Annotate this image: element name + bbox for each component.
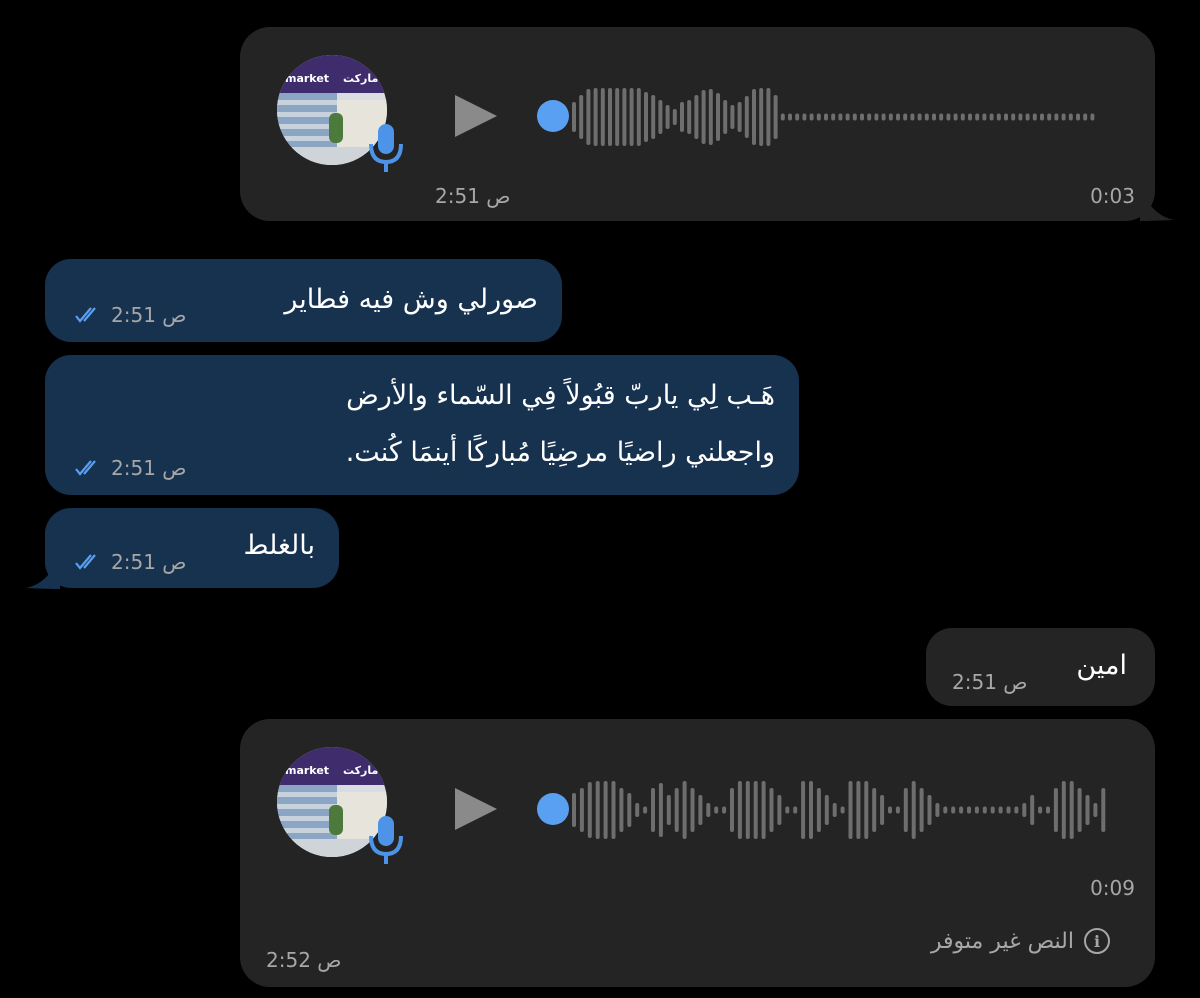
bubble-tail bbox=[1140, 185, 1174, 221]
message-time: 2:51 ص bbox=[111, 550, 187, 574]
waveform[interactable] bbox=[570, 775, 1115, 845]
seek-handle[interactable] bbox=[537, 793, 569, 825]
message-meta: 2:51 ص bbox=[75, 303, 186, 327]
play-icon[interactable] bbox=[453, 93, 499, 139]
transcript-text: النص غير متوفر bbox=[930, 928, 1074, 954]
message-time: 2:52 ص bbox=[266, 948, 342, 972]
message-text-line-1: هَـب لِي ياربّ قبُولاً فِي السّماء والأر… bbox=[346, 380, 775, 411]
message-meta: 2:51 ص bbox=[952, 670, 1027, 694]
transcript-status: i النص غير متوفر bbox=[931, 928, 1110, 954]
message-time: 2:51 ص bbox=[435, 184, 511, 208]
message-bubble[interactable]: هَـب لِي ياربّ قبُولاً فِي السّماء والأر… bbox=[45, 355, 799, 495]
message-time: 2:51 ص bbox=[111, 303, 187, 327]
voice-duration: 0:09 bbox=[1090, 876, 1135, 900]
message-text-line-2: واجعلني راضيًا مرضِيًا مُباركًا أينمَا ك… bbox=[345, 437, 775, 468]
read-ticks-icon bbox=[75, 460, 96, 476]
avatar-sign-en: market bbox=[285, 764, 330, 777]
message-bubble[interactable]: صورلي وش فيه فطاير 2:51 ص bbox=[45, 259, 562, 342]
avatar-sign-ar: ماركت bbox=[343, 764, 379, 777]
play-icon[interactable] bbox=[453, 786, 499, 832]
avatar-sign-en: market bbox=[285, 72, 330, 85]
waveform[interactable] bbox=[570, 82, 1110, 152]
mic-icon bbox=[369, 124, 403, 172]
mic-icon bbox=[369, 816, 403, 864]
message-time: 2:51 ص bbox=[952, 670, 1028, 694]
message-meta: 2:51 ص bbox=[75, 456, 186, 480]
message-text: بالغلط bbox=[243, 530, 315, 561]
voice-message-1[interactable]: market ماركت 0:03 2:51 ص bbox=[240, 27, 1155, 221]
message-bubble[interactable]: بالغلط 2:51 ص bbox=[45, 508, 339, 588]
message-meta: 2:51 ص bbox=[75, 550, 186, 574]
avatar-sign-ar: ماركت bbox=[343, 72, 379, 85]
message-bubble[interactable]: امين 2:51 ص bbox=[926, 628, 1155, 706]
message-time: 2:51 ص bbox=[111, 456, 187, 480]
info-icon: i bbox=[1084, 928, 1110, 954]
voice-message-2[interactable]: market ماركت 0:09 i النص غير متوفر 2:52 … bbox=[240, 719, 1155, 987]
read-ticks-icon bbox=[75, 307, 96, 323]
message-text: امين bbox=[1076, 650, 1127, 681]
message-text: صورلي وش فيه فطاير bbox=[284, 284, 538, 315]
voice-duration: 0:03 bbox=[1090, 184, 1135, 208]
seek-handle[interactable] bbox=[537, 100, 569, 132]
bubble-tail bbox=[26, 553, 60, 589]
read-ticks-icon bbox=[75, 554, 96, 570]
